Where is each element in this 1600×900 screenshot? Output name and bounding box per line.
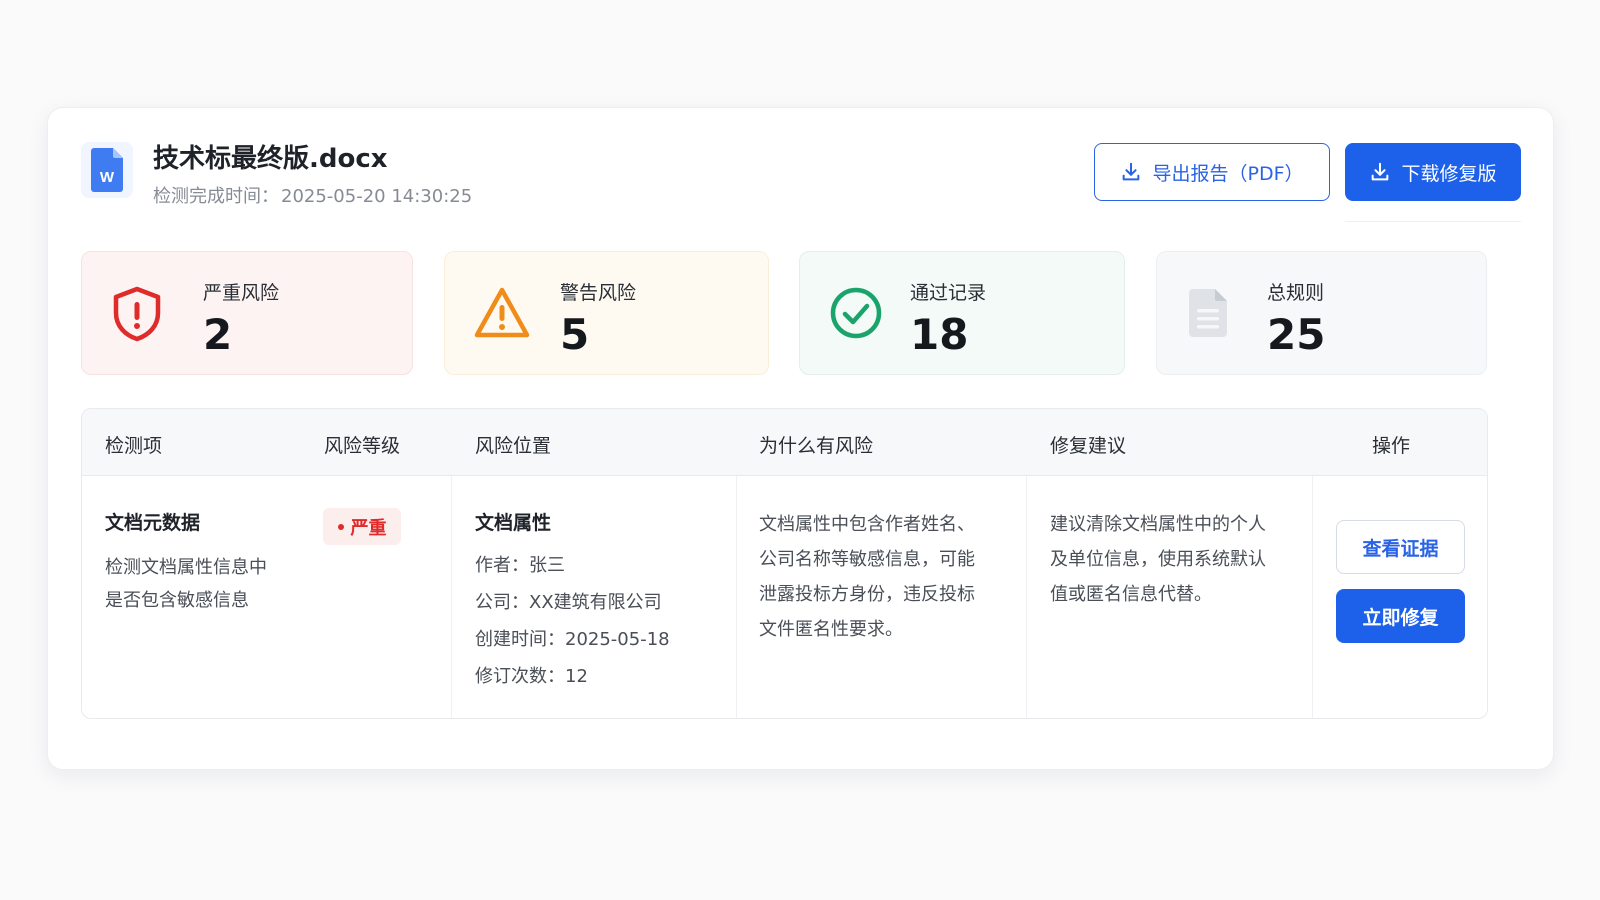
shield-alert-icon [113,286,161,342]
header-suggestion: 修复建议 [1050,435,1127,457]
fix-now-button[interactable]: 立即修复 [1336,589,1465,643]
stat-warning-risk: 警告风险 5 [444,251,769,375]
download-icon [1123,162,1140,181]
header-divider [1345,221,1521,222]
item-title: 文档元数据 [105,512,201,534]
table-header: 检测项 风险等级 风险位置 为什么有风险 修复建议 操作 [82,409,1487,476]
stat-total-label: 总规则 [1267,282,1325,304]
download-fixed-label: 下载修复版 [1401,162,1497,185]
header-item: 检测项 [105,435,163,457]
export-report-label: 导出报告（PDF） [1152,162,1304,185]
stat-pass-record: 通过记录 18 [799,251,1125,375]
location-title: 文档属性 [475,512,552,534]
detection-time-value: 2025-05-20 14:30:25 [281,186,473,207]
stat-warning-value: 5 [560,310,590,359]
header-action: 操作 [1372,435,1411,457]
risk-reason-line: 文档属性中包含作者姓名、 [759,514,975,535]
column-divider [736,476,737,718]
status-dot [337,523,344,530]
location-detail-line: 公司：XX建筑有限公司 [475,592,662,613]
fix-suggestion: 建议清除文档属性中的个人 及单位信息，使用系统默认 值或匿名信息代替。 [1050,507,1266,612]
header-location: 风险位置 [475,435,552,457]
fix-suggestion-line: 及单位信息，使用系统默认 [1050,549,1266,570]
detection-time-label: 检测完成时间： [153,186,279,207]
stat-total-rules: 总规则 25 [1156,251,1487,375]
file-title: 技术标最终版.docx [153,144,388,174]
stat-warning-label: 警告风险 [560,282,637,304]
stat-critical-risk: 严重风险 2 [81,251,413,375]
risk-reason-line: 公司名称等敏感信息，可能 [759,549,975,570]
column-divider [451,476,452,718]
risk-level-badge: 严重 [323,508,401,545]
location-detail-line: 修订次数：12 [475,666,588,687]
location-detail-line: 作者：张三 [475,555,565,576]
export-report-button[interactable]: 导出报告（PDF） [1094,143,1330,201]
detection-time: 检测完成时间： 2025-05-20 14:30:25 [153,182,474,208]
column-divider [1312,476,1313,718]
table-row: 文档元数据 检测文档属性信息中 是否包含敏感信息 严重 文档属性 作者：张三 公… [82,476,1487,718]
risk-reason: 文档属性中包含作者姓名、 公司名称等敏感信息，可能 泄露投标方身份，违反投标 文… [759,507,975,647]
download-icon [1372,162,1389,181]
stat-critical-value: 2 [203,310,233,359]
risk-table: 检测项 风险等级 风险位置 为什么有风险 修复建议 操作 文档元数据 检测文档属… [81,408,1488,719]
download-fixed-button[interactable]: 下载修复版 [1345,143,1521,201]
view-evidence-button[interactable]: 查看证据 [1336,520,1465,574]
word-document-icon: W [81,142,133,198]
item-description-line: 是否包含敏感信息 [105,590,249,611]
risk-reason-line: 文件匿名性要求。 [759,619,903,640]
check-circle-icon [830,287,882,339]
report-card: W 技术标最终版.docx 检测完成时间： 2025-05-20 14:30:25… [47,107,1554,770]
risk-reason-line: 泄露投标方身份，违反投标 [759,584,975,605]
document-icon [1189,289,1227,337]
stat-pass-label: 通过记录 [910,282,987,304]
location-detail-line: 创建时间：2025-05-18 [475,629,670,650]
fix-suggestion-line: 值或匿名信息代替。 [1050,584,1212,605]
header-level: 风险等级 [324,435,401,457]
stat-total-value: 25 [1267,310,1326,359]
stat-pass-value: 18 [910,310,969,359]
svg-text:W: W [100,169,115,186]
item-description-line: 检测文档属性信息中 [105,557,267,578]
stat-critical-label: 严重风险 [203,282,280,304]
risk-level-label: 严重 [350,517,387,539]
warning-triangle-icon [474,287,530,338]
item-description: 检测文档属性信息中 是否包含敏感信息 [105,551,267,617]
column-divider [1026,476,1027,718]
location-details: 作者：张三 公司：XX建筑有限公司 创建时间：2025-05-18 修订次数：1… [475,547,670,695]
fix-suggestion-line: 建议清除文档属性中的个人 [1050,514,1266,535]
header-reason: 为什么有风险 [759,435,874,457]
